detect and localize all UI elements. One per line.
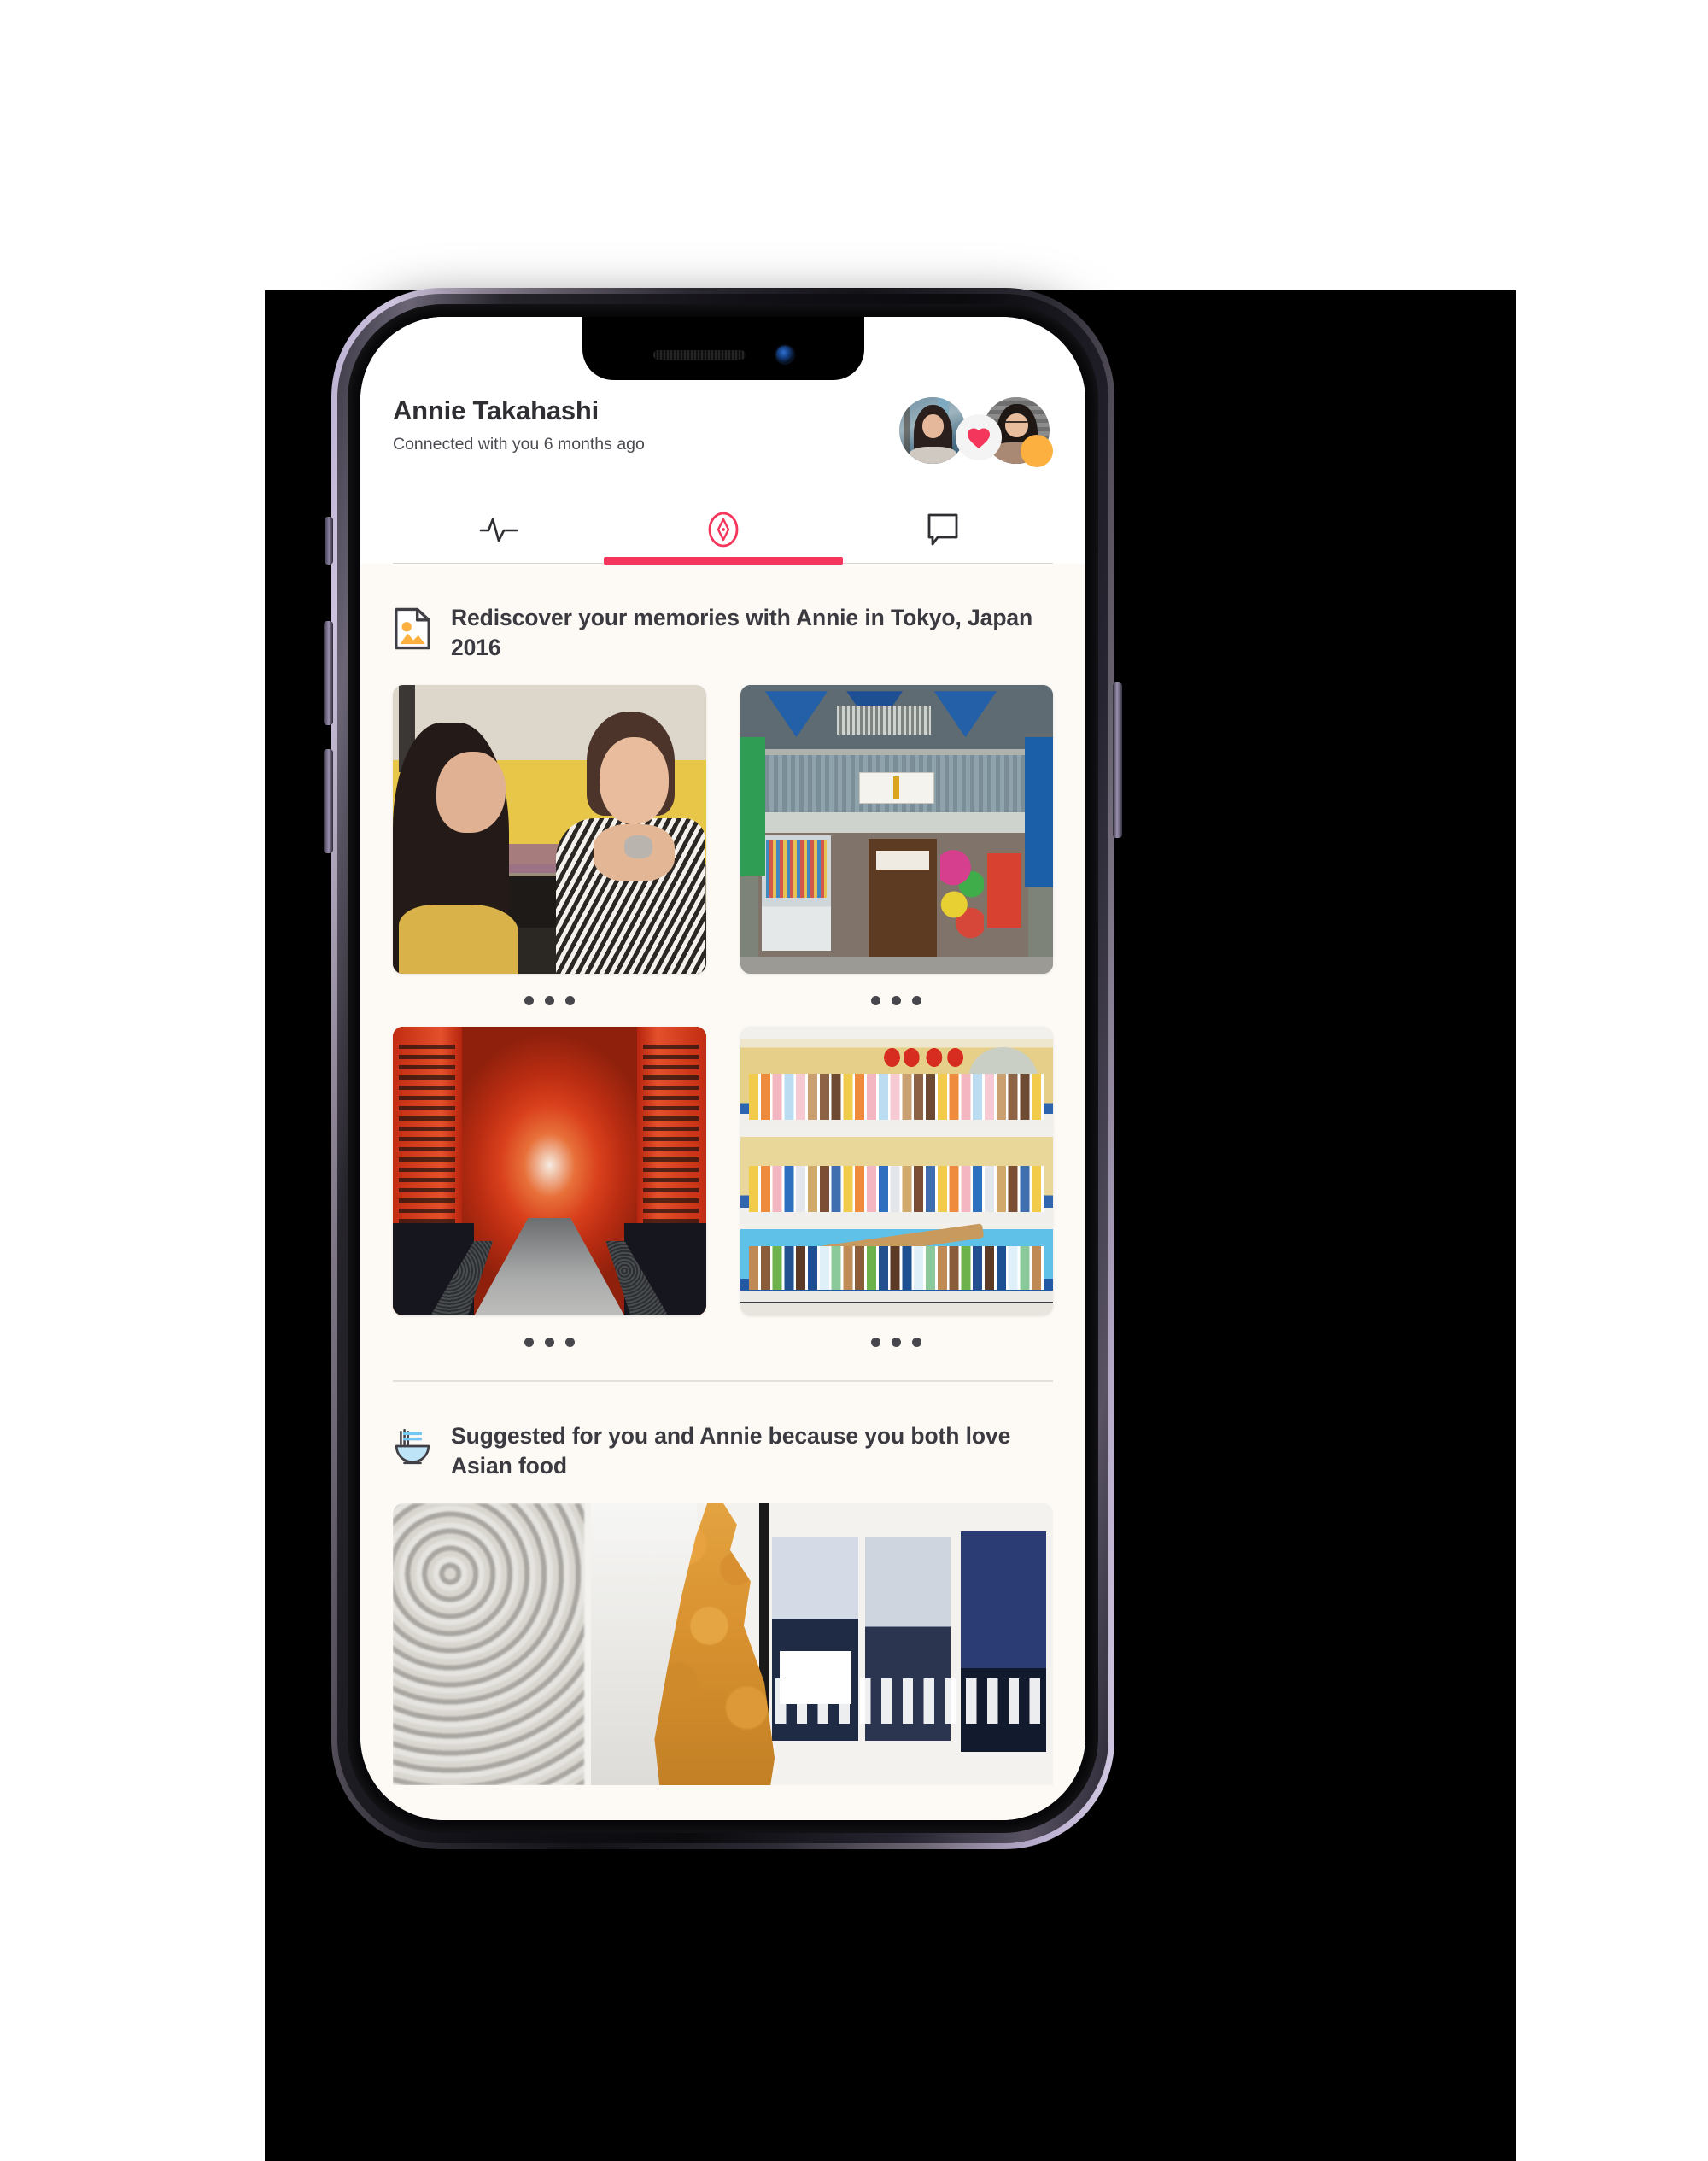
screenshot-stage: Annie Takahashi Connected with you 6 mon… bbox=[0, 0, 1708, 2161]
pulse-icon bbox=[479, 518, 518, 542]
photo-torii-gates[interactable] bbox=[393, 1027, 706, 1316]
active-tab-indicator bbox=[603, 556, 843, 565]
volume-down-button[interactable] bbox=[324, 749, 333, 853]
photo-cell-3[interactable] bbox=[393, 1027, 706, 1368]
avatar-pair[interactable] bbox=[899, 397, 1053, 467]
photo-cell-1[interactable] bbox=[393, 685, 706, 1027]
tab-activity[interactable] bbox=[393, 496, 613, 563]
page-title: Annie Takahashi bbox=[393, 395, 600, 425]
photo-3-overflow-dots[interactable] bbox=[393, 1315, 706, 1368]
section-memories-title: Rediscover your memories with Annie in T… bbox=[451, 605, 1033, 661]
photo-cell-4[interactable] bbox=[740, 1027, 1054, 1368]
phone-frame-inner: Annie Takahashi Connected with you 6 mon… bbox=[337, 294, 1108, 1843]
chat-bubble-icon bbox=[927, 513, 958, 546]
phone-device: Annie Takahashi Connected with you 6 mon… bbox=[324, 288, 1122, 1849]
compass-icon bbox=[708, 512, 738, 548]
front-camera-icon bbox=[775, 346, 793, 363]
photo-document-icon bbox=[395, 607, 430, 650]
photo-cell-2[interactable] bbox=[740, 685, 1054, 1027]
phone-notch bbox=[582, 317, 864, 380]
photo-two-women-yellow-wall[interactable] bbox=[393, 685, 706, 975]
photo-vending-machine[interactable] bbox=[740, 1027, 1053, 1316]
section-memories-header: Rediscover your memories with Annie in T… bbox=[393, 603, 1053, 663]
volume-up-button[interactable] bbox=[324, 621, 333, 725]
photo-japanese-storefront[interactable] bbox=[740, 685, 1053, 975]
status-dot bbox=[1021, 435, 1053, 467]
noodle-bowl-icon bbox=[395, 1428, 430, 1465]
phone-screen: Annie Takahashi Connected with you 6 mon… bbox=[360, 317, 1085, 1820]
header-row: Annie Takahashi Connected with you 6 mon… bbox=[393, 395, 1053, 467]
discover-feed[interactable]: Rediscover your memories with Annie in T… bbox=[360, 564, 1085, 1820]
tab-bar bbox=[393, 496, 1053, 565]
photo-fried-chicken[interactable] bbox=[393, 1503, 1053, 1786]
photo-4-overflow-dots[interactable] bbox=[740, 1315, 1054, 1368]
mute-switch-button[interactable] bbox=[325, 517, 333, 565]
power-button[interactable] bbox=[1113, 682, 1122, 838]
speaker-grille-icon bbox=[652, 349, 746, 360]
heart-icon bbox=[967, 427, 991, 448]
section-memories: Rediscover your memories with Annie in T… bbox=[360, 564, 1085, 1382]
tab-messages[interactable] bbox=[833, 496, 1053, 563]
tab-discover[interactable] bbox=[603, 496, 843, 565]
photo-row-1 bbox=[393, 685, 1053, 1027]
photo-2-overflow-dots[interactable] bbox=[740, 974, 1054, 1027]
phone-bezel: Annie Takahashi Connected with you 6 mon… bbox=[348, 304, 1098, 1833]
section-suggested: Suggested for you and Annie because you … bbox=[360, 1382, 1085, 1786]
profile-text-block: Annie Takahashi Connected with you 6 mon… bbox=[393, 395, 645, 454]
photo-1-overflow-dots[interactable] bbox=[393, 974, 706, 1027]
connection-status: Connected with you 6 months ago bbox=[393, 434, 645, 454]
heart-badge bbox=[956, 414, 1002, 460]
section-suggested-title: Suggested for you and Annie because you … bbox=[451, 1422, 1011, 1479]
photo-row-2 bbox=[393, 1027, 1053, 1368]
memories-photo-grid bbox=[393, 685, 1053, 1368]
section-suggested-header: Suggested for you and Annie because you … bbox=[393, 1421, 1053, 1481]
